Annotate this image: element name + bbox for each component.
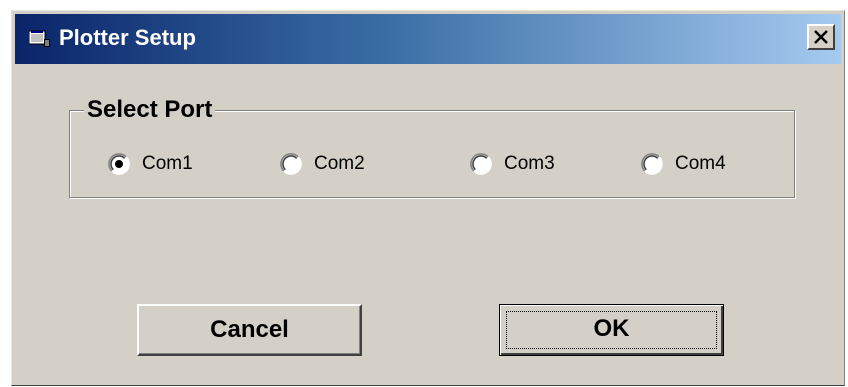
plotter-setup-dialog: Plotter Setup Select Port Com1 Com2 Com3…	[11, 10, 845, 386]
ok-button[interactable]: OK	[499, 304, 724, 356]
radio-com1-label: Com1	[142, 153, 193, 174]
close-button[interactable]	[807, 24, 835, 50]
radio-com2-label: Com2	[314, 153, 365, 174]
select-port-legend: Select Port	[84, 95, 216, 125]
radio-com3-label: Com3	[504, 153, 555, 174]
cancel-button[interactable]: Cancel	[137, 304, 362, 356]
cancel-button-label: Cancel	[210, 316, 289, 343]
radio-unchecked-icon	[641, 153, 663, 175]
radio-unchecked-icon	[470, 153, 492, 175]
title-bar: Plotter Setup	[15, 14, 841, 64]
radio-unchecked-icon	[280, 153, 302, 175]
close-icon	[814, 30, 828, 44]
radio-checked-icon	[108, 153, 130, 175]
select-port-group: Select Port Com1 Com2 Com3 Com4	[69, 95, 795, 198]
app-window-icon	[28, 30, 51, 48]
ok-button-label: OK	[593, 315, 630, 342]
window-title: Plotter Setup	[59, 25, 196, 50]
radio-com4-label: Com4	[675, 153, 726, 174]
